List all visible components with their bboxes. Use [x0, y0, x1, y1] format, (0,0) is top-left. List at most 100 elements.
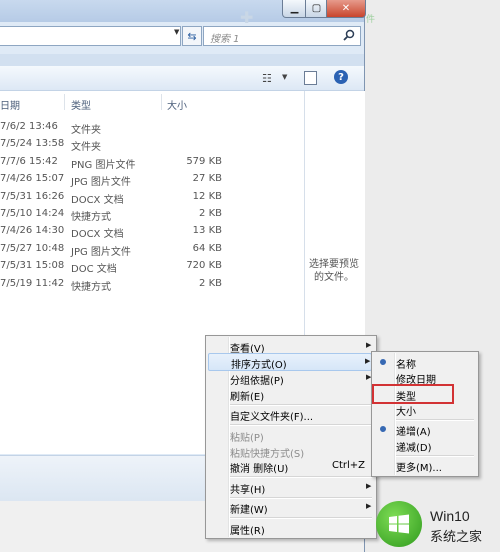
column-header-size[interactable]: 大小	[167, 97, 187, 112]
file-row[interactable]: 7/5/27 10:48 JPG 图片文件 64 KB	[0, 243, 304, 260]
maximize-icon: ▢	[311, 3, 322, 14]
watermark-title: Win10	[430, 508, 470, 524]
file-date: 7/5/31 15:08	[0, 260, 65, 272]
menu-item-group-by[interactable]: 分组依据(P) ▶	[208, 370, 372, 387]
menu-item-customize-folder[interactable]: 自定义文件夹(F)...	[208, 406, 372, 423]
sort-submenu: 名称 修改日期 类型 大小 递增(A) 递减(D) 更多(M)...	[371, 351, 479, 477]
file-date: 7/5/27 10:48	[0, 242, 65, 254]
menu-item-refresh[interactable]: 刷新(E)	[208, 386, 372, 403]
address-dropdown-icon[interactable]: ▼	[174, 28, 179, 36]
menu-item-label: 粘贴(P)	[230, 433, 264, 444]
close-icon: ✕	[341, 3, 351, 14]
sort-option-date-modified[interactable]: 修改日期	[374, 369, 474, 386]
submenu-arrow-icon: ▶	[366, 341, 372, 349]
help-icon[interactable]: ?	[334, 70, 348, 84]
file-row[interactable]: 7/4/26 14:30 DOCX 文档 13 KB	[0, 225, 304, 242]
file-type: JPG 图片文件	[71, 246, 131, 258]
sort-option-name[interactable]: 名称	[374, 354, 474, 371]
menu-item-label: 大小	[396, 407, 416, 418]
watermark-subtitle: 系统之家	[430, 530, 483, 545]
file-type: JPG 图片文件	[71, 177, 131, 189]
toolbar: ☷ ▼ ?	[0, 66, 364, 91]
menu-item-undo-delete[interactable]: 撤消 删除(U) Ctrl+Z	[208, 458, 372, 475]
file-size: 579 KB	[186, 155, 222, 167]
menu-item-label: 递增(A)	[396, 427, 431, 438]
refresh-icon: ⇆	[187, 29, 197, 43]
file-size: 13 KB	[192, 225, 222, 237]
submenu-arrow-icon: ▶	[366, 482, 372, 490]
menu-item-paste-shortcut[interactable]: 粘贴快捷方式(S)	[208, 443, 372, 460]
menu-bar-area	[0, 54, 364, 66]
file-type: 快捷方式	[71, 281, 111, 293]
submenu-arrow-icon: ▶	[366, 502, 372, 510]
maximize-button[interactable]: ▢	[305, 0, 328, 18]
selected-radio-icon	[380, 426, 386, 432]
preview-pane-icon[interactable]	[304, 71, 317, 85]
windows-logo-icon	[389, 514, 409, 534]
menu-item-paste[interactable]: 粘贴(P)	[208, 427, 372, 444]
refresh-button[interactable]: ⇆	[182, 26, 202, 46]
file-size: 12 KB	[192, 190, 222, 202]
menu-item-sort-by[interactable]: 排序方式(O) ▶	[208, 353, 372, 371]
menu-item-label: 属性(R)	[230, 526, 265, 537]
selected-radio-icon	[380, 359, 386, 365]
minimize-button[interactable]: ▁	[282, 0, 307, 18]
menu-separator	[230, 476, 372, 478]
sort-option-more[interactable]: 更多(M)...	[374, 457, 474, 474]
menu-separator	[230, 424, 372, 426]
menu-item-label: 新建(W)	[230, 505, 268, 516]
search-input[interactable]: 搜索 1	[203, 26, 361, 46]
column-header-date[interactable]: 日期	[0, 97, 20, 112]
address-bar[interactable]	[0, 26, 181, 46]
column-header-type[interactable]: 类型	[71, 97, 91, 112]
file-type: 文件夹	[71, 125, 101, 136]
search-icon[interactable]	[343, 29, 355, 41]
file-row[interactable]: 7/6/2 13:46 文件夹	[0, 121, 304, 138]
file-type: PNG 图片文件	[71, 159, 136, 171]
file-row[interactable]: 7/5/31 15:08 DOC 文档 720 KB	[0, 260, 304, 277]
column-divider[interactable]	[161, 94, 162, 110]
file-row[interactable]: 7/5/24 13:58 文件夹	[0, 138, 304, 155]
file-type: 文件夹	[71, 142, 101, 154]
menu-item-view[interactable]: 查看(V) ▶	[208, 338, 372, 355]
menu-item-label: 共享(H)	[230, 485, 266, 496]
file-date: 7/5/24 13:58	[0, 138, 65, 150]
menu-separator	[230, 517, 372, 519]
file-type: DOC 文档	[71, 264, 117, 276]
highlight-box	[372, 384, 454, 404]
background-fragment: 件	[366, 15, 376, 25]
close-button[interactable]: ✕	[326, 0, 366, 18]
menu-item-label: 递减(D)	[396, 443, 432, 454]
file-size: 720 KB	[186, 260, 222, 272]
file-row[interactable]: 7/7/6 15:42 PNG 图片文件 579 KB	[0, 156, 304, 173]
file-size: 2 KB	[199, 277, 222, 289]
column-divider[interactable]	[64, 94, 65, 110]
menu-item-share[interactable]: 共享(H) ▶	[208, 479, 372, 496]
search-placeholder: 搜索 1	[210, 34, 240, 45]
file-date: 7/4/26 15:07	[0, 173, 65, 185]
file-type: DOCX 文档	[71, 194, 124, 206]
menu-item-properties[interactable]: 属性(R)	[208, 520, 372, 537]
file-row[interactable]: 7/5/31 16:26 DOCX 文档 12 KB	[0, 191, 304, 208]
menu-item-label: 自定义文件夹(F)...	[230, 412, 314, 423]
submenu-arrow-icon: ▶	[365, 357, 371, 365]
menu-item-label: 撤消 删除(U)	[230, 464, 289, 475]
menu-item-label: 排序方式(O)	[231, 360, 287, 371]
file-date: 7/5/31 16:26	[0, 190, 65, 202]
file-date: 7/7/6 15:42	[0, 155, 58, 167]
sort-option-ascending[interactable]: 递增(A)	[374, 421, 474, 438]
file-size: 2 KB	[199, 208, 222, 219]
view-options-icon[interactable]: ☷	[262, 72, 272, 85]
file-type: DOCX 文档	[71, 229, 124, 241]
file-row[interactable]: 7/4/26 15:07 JPG 图片文件 27 KB	[0, 173, 304, 190]
file-date: 7/5/10 14:24	[0, 208, 65, 219]
preview-message: 选择要预览的文件。	[309, 259, 359, 283]
file-row[interactable]: 7/5/10 14:24 快捷方式 2 KB	[0, 208, 304, 225]
context-menu: 查看(V) ▶ 排序方式(O) ▶ 分组依据(P) ▶ 刷新(E) 自定义文件夹…	[205, 335, 377, 539]
view-options-caret-icon[interactable]: ▼	[282, 73, 287, 81]
menu-item-new[interactable]: 新建(W) ▶	[208, 499, 372, 516]
file-row[interactable]: 7/5/19 11:42 快捷方式 2 KB	[0, 278, 304, 295]
file-date: 7/4/26 14:30	[0, 225, 65, 237]
sort-option-descending[interactable]: 递减(D)	[374, 437, 474, 454]
minimize-icon: ▁	[290, 3, 299, 14]
